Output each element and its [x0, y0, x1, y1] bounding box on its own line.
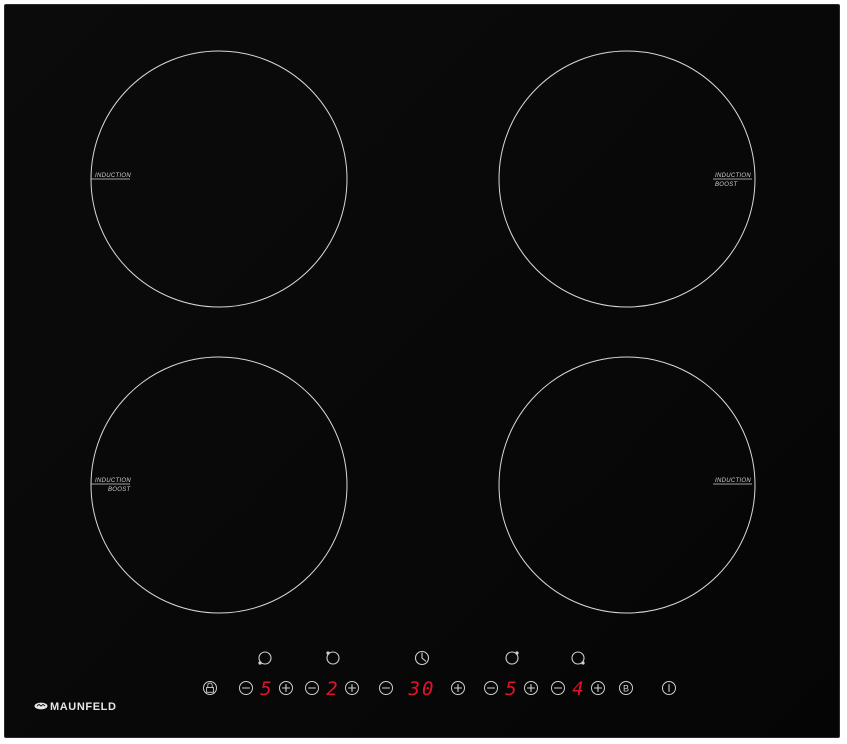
zone4-plus-button[interactable]: [591, 681, 605, 695]
zone3-plus-button[interactable]: [524, 681, 538, 695]
timer-minus-button[interactable]: [379, 681, 393, 695]
zone4-minus-button[interactable]: [551, 681, 565, 695]
zone1-minus-button[interactable]: [239, 681, 253, 695]
brand-logo: MAUNFELD: [34, 701, 117, 713]
timer-plus-button[interactable]: [451, 681, 465, 695]
zone1-plus-button[interactable]: [279, 681, 293, 695]
cooking-zone-front-left: INDUCTION BOOST: [90, 356, 348, 614]
zone-label-induction: INDUCTION: [95, 478, 131, 484]
zone2-power-display: 2: [326, 678, 337, 700]
zone-label-boost: BOOST: [108, 487, 132, 493]
boost-button[interactable]: B: [619, 681, 633, 695]
timer-display: 30: [408, 678, 436, 700]
control-row: 5 2 30 5 4 B: [203, 678, 676, 700]
zone1-power-display: 5: [260, 678, 271, 700]
zone3-minus-button[interactable]: [484, 681, 498, 695]
brand-name: MAUNFELD: [50, 701, 117, 713]
rear-right-zone-icon: [505, 651, 519, 665]
cooking-zone-rear-left: INDUCTION: [90, 50, 348, 308]
zone-label-boost: BOOST: [715, 182, 739, 188]
zone-ring: [498, 356, 756, 614]
zone-label-induction: INDUCTION: [95, 173, 131, 179]
cooking-zone-front-right: INDUCTION: [498, 356, 756, 614]
lock-button[interactable]: [203, 681, 217, 695]
cooktop-surface: INDUCTION INDUCTION BOOST INDUCTION BOOS…: [34, 50, 756, 713]
zone2-minus-button[interactable]: [305, 681, 319, 695]
lock-icon: [206, 682, 214, 693]
zone-indicator-row: [258, 650, 585, 666]
zone3-power-display: 5: [505, 678, 516, 700]
rear-left-zone-icon: [326, 651, 340, 665]
front-left-zone-icon: [258, 651, 272, 665]
cooking-zone-rear-right: INDUCTION BOOST: [498, 50, 756, 308]
power-button[interactable]: [662, 681, 676, 695]
front-right-zone-icon: [571, 651, 585, 665]
timer-icon: [414, 650, 430, 666]
zone2-plus-button[interactable]: [345, 681, 359, 695]
zone-label-induction: INDUCTION: [715, 478, 751, 484]
zone4-power-display: 4: [572, 678, 583, 700]
zone-label-induction: INDUCTION: [715, 173, 751, 179]
boost-label: B: [623, 684, 629, 694]
zone-ring: [90, 356, 348, 614]
